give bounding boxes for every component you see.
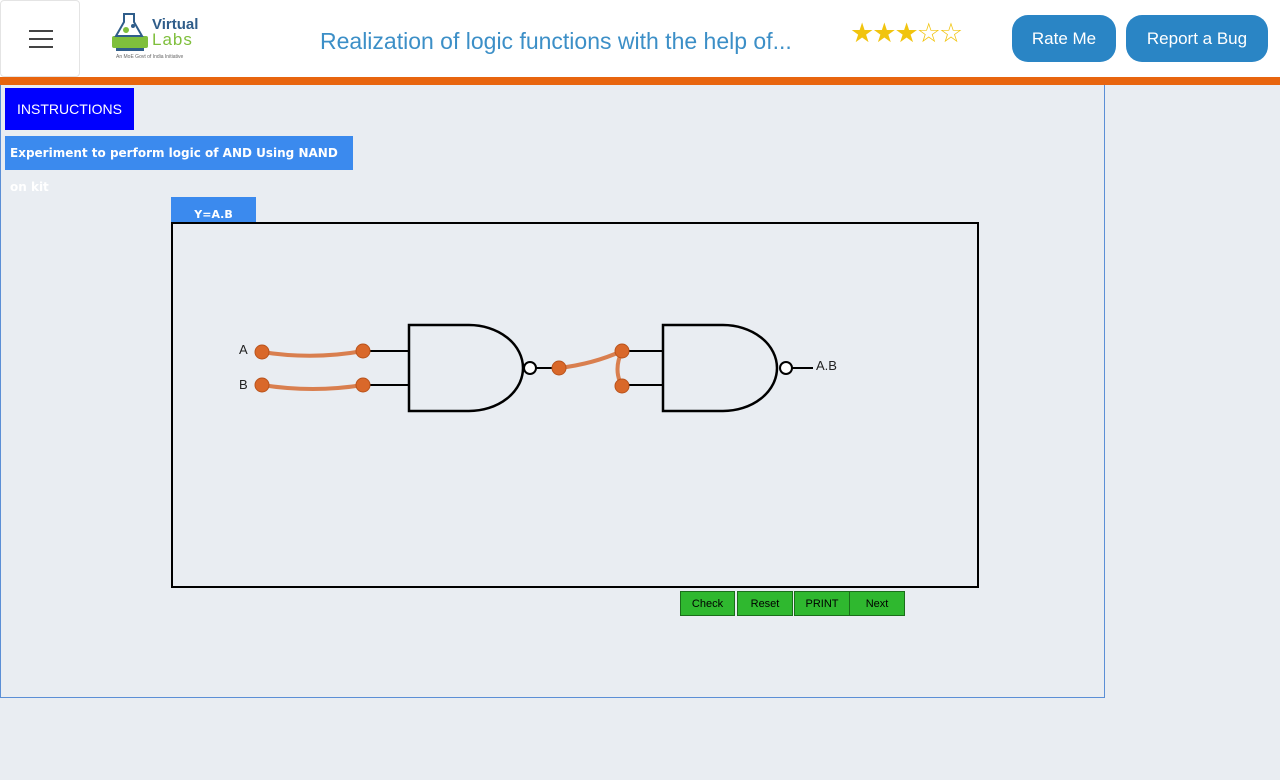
terminal-gate2-in-b[interactable]: [614, 378, 630, 394]
print-button[interactable]: PRINT: [794, 591, 850, 616]
terminal-gate1-in-b[interactable]: [355, 377, 371, 393]
menu-bar-icon: [29, 38, 53, 40]
input-a-label: A: [239, 342, 248, 357]
star-empty-icon[interactable]: ☆: [939, 18, 963, 48]
terminal-input-a[interactable]: [254, 344, 270, 360]
logo-text-labs: Labs: [152, 30, 193, 49]
page-title: Realization of logic functions with the …: [320, 28, 792, 54]
next-button[interactable]: Next: [849, 591, 905, 616]
rate-me-button[interactable]: Rate Me: [1012, 15, 1116, 62]
nand-gate-1: [407, 323, 525, 413]
circuit-diagram: A B A.B: [239, 323, 837, 413]
wire-a-to-gate1[interactable]: [260, 349, 365, 358]
star-filled-icon[interactable]: ★: [894, 18, 918, 48]
nand-gate-2-bubble: [779, 361, 793, 375]
output-label: A.B: [816, 358, 837, 373]
circuit-canvas: A B A.B: [171, 222, 979, 588]
top-header: Virtual Labs An MoE Govt of India Initia…: [0, 0, 1280, 78]
nand-gate-2: [661, 323, 779, 413]
wire-gate1-to-gate2-a[interactable]: [557, 349, 624, 370]
star-filled-icon[interactable]: ★: [850, 18, 874, 48]
terminal-gate1-in-a[interactable]: [355, 343, 371, 359]
terminal-gate2-in-a[interactable]: [614, 343, 630, 359]
nand-gate-1-bubble: [523, 361, 537, 375]
logo-tagline: An MoE Govt of India Initiative: [116, 54, 184, 60]
wire-b-to-gate1[interactable]: [260, 383, 365, 391]
circuit-tab-label: Y=A.B: [171, 197, 256, 223]
flask-logo-icon: [112, 13, 148, 51]
report-bug-button[interactable]: Report a Bug: [1126, 15, 1268, 62]
check-button[interactable]: Check: [680, 591, 735, 616]
virtual-labs-logo[interactable]: Virtual Labs An MoE Govt of India Initia…: [108, 10, 208, 64]
menu-bar-icon: [29, 46, 53, 48]
terminal-input-b[interactable]: [254, 377, 270, 393]
star-rating[interactable]: ★★★☆☆: [850, 18, 963, 48]
experiment-title: Experiment to perform logic of AND Using…: [5, 136, 353, 194]
star-filled-icon[interactable]: ★: [872, 18, 896, 48]
reset-button[interactable]: Reset: [737, 591, 793, 616]
hamburger-menu-button[interactable]: [0, 0, 80, 77]
star-empty-icon[interactable]: ☆: [917, 18, 941, 48]
instructions-button[interactable]: INSTRUCTIONS: [5, 88, 134, 130]
header-divider: [0, 77, 1280, 85]
terminal-gate1-out[interactable]: [551, 360, 567, 376]
menu-bar-icon: [29, 30, 53, 32]
input-b-label: B: [239, 377, 248, 392]
